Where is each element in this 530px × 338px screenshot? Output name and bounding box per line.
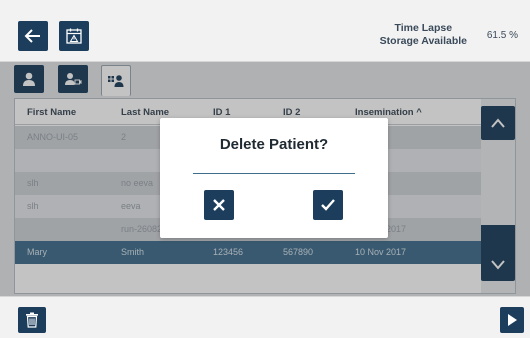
calendar-alert-button[interactable] [59, 21, 89, 51]
top-bar: Time Lapse Storage Available 61.5 % [0, 0, 530, 62]
confirm-button[interactable] [313, 190, 343, 220]
check-icon [321, 199, 335, 211]
play-button[interactable] [500, 307, 524, 333]
trash-icon [26, 312, 38, 328]
cancel-button[interactable] [204, 190, 234, 220]
dialog-divider [193, 173, 355, 174]
back-button[interactable] [18, 21, 48, 51]
storage-label-line1: Time Lapse [394, 22, 453, 34]
delete-patient-dialog: Delete Patient? [160, 118, 388, 238]
calendar-alert-icon [66, 28, 82, 44]
storage-label: Time Lapse Storage Available [380, 22, 467, 48]
play-icon [508, 314, 517, 326]
dialog-title: Delete Patient? [219, 136, 329, 153]
back-arrow-icon [24, 29, 40, 43]
bottom-bar [0, 296, 530, 338]
storage-label-line2: Storage Available [379, 35, 467, 47]
storage-value: 61.5 % [486, 30, 518, 41]
close-icon [213, 199, 225, 211]
delete-button[interactable] [18, 307, 46, 333]
